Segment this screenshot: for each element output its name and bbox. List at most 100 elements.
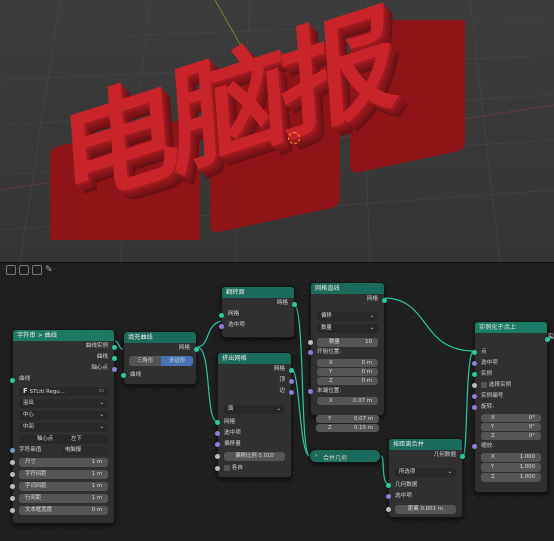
socket-in-selection[interactable] [472,361,477,366]
socket-in-mesh[interactable] [215,420,220,425]
origin-icon[interactable] [288,132,300,144]
overflow-dropdown[interactable]: 溢出 ⌄ [19,399,108,408]
node-extrude-mesh[interactable]: 挤出网格 网格 顶 边 面 ⌄ 网格 选中项 偏移量 偏移比例 0.010 各自 [215,352,294,478]
node-title[interactable]: 网格直线 [311,283,384,294]
node-mesh-line[interactable]: 网格直线 网格 偏移 ⌄ 数量 ⌄ 数量 10 开始位置: X0 m Y0 m Z0 … [308,282,387,416]
socket-out-side[interactable] [289,390,294,395]
output-mesh: 网格 [273,366,285,372]
socket-in-curve[interactable] [121,373,126,378]
offset-y-field[interactable]: Y 0.07 m [316,415,379,423]
checkbox[interactable] [481,381,487,388]
socket-in-line-spacing[interactable] [10,496,15,501]
socket-out-line[interactable] [112,356,117,361]
socket-in-mesh[interactable] [219,313,224,318]
socket-in-offset-scale[interactable] [215,454,220,459]
socket-in-size[interactable] [10,460,15,465]
distance-field[interactable]: 距离 0.001 m [395,505,456,514]
offset-z-field[interactable]: Z 0.15 m [316,424,379,432]
socket-in-word-spacing[interactable] [10,484,15,489]
string-input[interactable]: 电脑报 [61,446,108,455]
socket-in-scale[interactable] [472,444,477,449]
rotation-x-field[interactable]: X 0° [481,414,541,422]
mode-ngons-button[interactable]: 多边形 [161,356,193,366]
socket-in-selection[interactable] [215,431,220,436]
size-field[interactable]: 尺寸 1 m [19,458,108,467]
rotation-z-field[interactable]: Z 0° [481,432,541,440]
mode-dropdown[interactable]: 偏移 ⌄ [317,312,378,321]
3d-viewport[interactable]: 电脑报 [0,0,554,262]
node-string-to-curves[interactable]: 字符串 > 曲线 曲线实例 曲线 轴心点 曲线 F STLiti Regu...… [10,329,117,524]
socket-out-mesh[interactable] [289,368,294,373]
socket-in-curve[interactable] [10,378,15,383]
socket-in-instance[interactable] [472,372,477,377]
start-location-label: 开始位置: [317,349,342,355]
pick-instance-row[interactable]: 选择实例 [475,380,517,391]
socket-out-instances[interactable] [545,337,550,342]
3d-text-object[interactable]: 电脑报 [40,0,480,240]
socket-in-offset[interactable] [308,389,313,394]
folder-icon[interactable]: ▭ [99,387,104,396]
start-x-field[interactable]: X0 m [317,359,378,367]
node-title[interactable]: 挤出网格 [218,353,291,364]
textbox-width-field[interactable]: 文本框宽度 0 m [19,506,108,515]
scale-z-field[interactable]: Z 1.000 [481,473,541,482]
socket-out-mesh[interactable] [194,347,199,352]
merge-mode-dropdown[interactable]: 所选项 ⌄ [395,468,456,477]
font-selector[interactable]: F STLiti Regu... ▭ [19,387,108,396]
node-flip-faces[interactable]: 翻转面 网格 网格 选中项 [219,286,297,338]
node-title[interactable]: 翻转面 [222,287,294,298]
socket-in-instance-index[interactable] [472,394,477,399]
checkbox[interactable] [224,464,230,471]
geometry-node-editor[interactable]: ✎ 字符串 > 曲线 曲线实例 曲线 轴心点 曲线 F STLiti Regu.… [0,262,554,541]
line-spacing-field[interactable]: 行间距 1 m [19,494,108,503]
rotation-y-field[interactable]: Y 0° [481,423,541,431]
chevron-down-icon: ⌄ [99,424,104,430]
align-x-dropdown[interactable]: 中心 ⌄ [19,411,108,420]
socket-out-curve-instances[interactable] [112,345,117,350]
socket-out-geometry[interactable] [460,454,465,459]
output-geometry: 几何数据 [433,452,456,458]
socket-in-count[interactable] [308,340,313,345]
char-spacing-field[interactable]: 字符间距 1 m [19,470,108,479]
individual-checkbox-row[interactable]: 各自 [218,463,249,474]
node-title[interactable]: 实例化于点上 [475,322,547,333]
socket-in-individual[interactable] [215,466,220,471]
socket-out-top[interactable] [289,379,294,384]
extrude-mode-dropdown[interactable]: 面 ⌄ [224,405,285,414]
socket-out-mesh[interactable] [292,302,297,307]
count-mode-dropdown[interactable]: 数量 ⌄ [317,324,378,333]
align-y-dropdown[interactable]: 中间 ⌄ [19,423,108,432]
socket-in-points[interactable] [472,350,477,355]
socket-out-pivot[interactable] [112,367,117,372]
socket-in-char-spacing[interactable] [10,472,15,477]
node-title[interactable]: 字符串 > 曲线 [13,330,114,341]
node-instance-on-points[interactable]: 实例化于点上 实例 点 选中项 实例 选择实例 实例编号 旋转: X0° Y0°… [472,321,554,493]
node-title[interactable]: 填充曲线 [124,332,196,343]
socket-in-start[interactable] [308,350,313,355]
offset-x-field[interactable]: X 0.07 m [317,397,378,405]
socket-in-geometry[interactable] [386,483,391,488]
socket-in-offset[interactable] [215,442,220,447]
start-y-field[interactable]: Y0 m [317,368,378,376]
socket-out-mesh[interactable] [382,298,387,303]
node-title[interactable]: 按距离合并 [389,439,462,450]
chevron-right-icon[interactable]: › [315,452,317,459]
count-field[interactable]: 数量 10 [317,338,378,347]
scale-y-field[interactable]: Y 1.000 [481,463,541,472]
scale-x-field[interactable]: X 1.000 [481,453,541,462]
offset-scale-field[interactable]: 偏移比例 0.010 [224,452,285,461]
socket-in-rotation[interactable] [472,405,477,410]
socket-in-distance[interactable] [386,507,391,512]
socket-in-pick-instance[interactable] [472,383,477,388]
socket-in-textbox-width[interactable] [10,508,15,513]
mode-triangles-button[interactable]: 三角形 [129,356,161,366]
socket-in-selection[interactable] [386,494,391,499]
node-fill-curve[interactable]: 填充曲线 网格 三角形 多边形 曲线 [121,331,199,385]
input-instance: 实例 [481,371,493,377]
node-join-geometry[interactable]: › 合并几何 [309,449,381,463]
pivot-dropdown[interactable]: 轴心点 左下 [19,435,108,444]
socket-in-selection[interactable] [219,324,224,329]
word-spacing-field[interactable]: 字词间距 1 m [19,482,108,491]
node-merge-by-distance[interactable]: 按距离合并 几何数据 所选项 ⌄ 几何数据 选中项 距离 0.001 m [386,438,465,518]
start-z-field[interactable]: Z0 m [317,377,378,385]
